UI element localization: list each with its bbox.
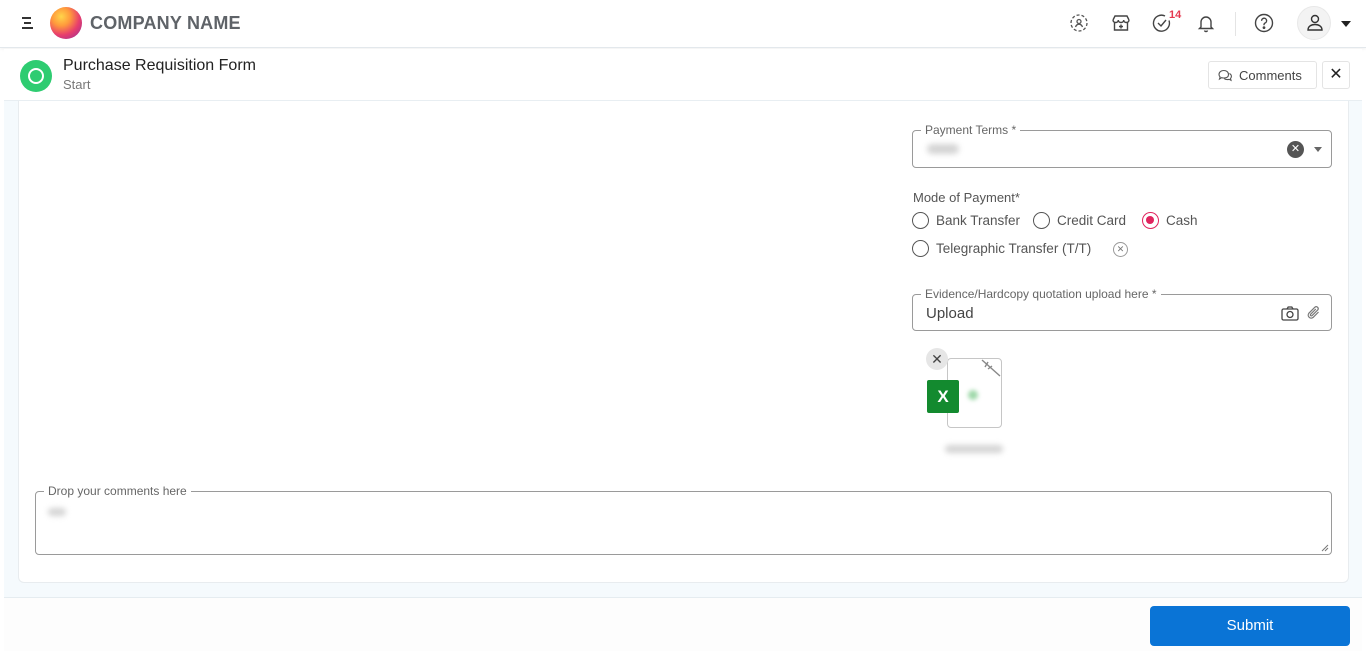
form-status: Start [63,77,91,92]
bell-icon[interactable] [1195,12,1217,34]
radio-circle-icon [912,212,929,229]
form-title: Purchase Requisition Form [63,57,256,74]
user-icon [1307,14,1323,31]
comments-textarea-label: Drop your comments here [44,484,191,498]
pin-icon [981,359,1001,377]
company-logo[interactable] [50,7,82,39]
attachment-icon[interactable] [1306,305,1322,322]
comments-button-label: Comments [1239,67,1302,83]
header-divider [1235,12,1236,36]
clear-selection-icon[interactable]: ✕ [1287,141,1304,158]
radio-label: Credit Card [1057,213,1127,228]
radio-cash[interactable]: Cash [1142,212,1198,229]
clear-payment-mode-icon[interactable]: ✕ [1113,242,1128,257]
payment-terms-select[interactable]: Payment Terms * ✕ [912,123,1332,168]
radio-bank-transfer[interactable]: Bank Transfer [912,212,1020,229]
radio-label: Telegraphic Transfer (T/T) [936,241,1092,256]
comments-value-redacted [48,508,66,516]
evidence-upload-field[interactable]: Evidence/Hardcopy quotation upload here … [912,287,1332,331]
excel-file-icon: X [927,380,959,413]
radio-checked-icon [1142,212,1159,229]
user-avatar[interactable] [1297,6,1331,40]
file-preview-redacted [968,390,978,400]
comments-button[interactable]: Comments [1208,61,1317,89]
payment-terms-value-redacted [927,144,959,154]
menu-icon[interactable] [22,16,36,30]
comments-textarea[interactable]: Drop your comments here [35,484,1332,555]
store-add-icon[interactable] [1110,12,1132,34]
attachment-filename-redacted [945,445,1003,453]
radio-circle-icon [912,240,929,257]
remove-attachment-button[interactable]: ✕ [926,348,948,370]
camera-icon[interactable] [1281,306,1299,321]
close-form-button[interactable]: ✕ [1322,61,1350,89]
submit-button[interactable]: Submit [1150,606,1350,646]
account-dropdown-caret-icon[interactable] [1341,21,1351,27]
mode-of-payment-label: Mode of Payment* [913,190,1020,205]
payment-terms-label: Payment Terms * [921,123,1021,137]
radio-label: Cash [1166,213,1198,228]
radio-label: Bank Transfer [936,213,1021,228]
top-navbar: COMPANY NAME 14 [0,0,1366,48]
radio-circle-icon [1033,212,1050,229]
help-icon[interactable] [1253,12,1275,34]
status-indicator-icon [20,60,52,92]
evidence-upload-label: Evidence/Hardcopy quotation upload here … [921,287,1161,301]
dropdown-arrow-icon[interactable] [1314,147,1322,152]
comments-icon [1218,69,1232,82]
tasks-count-badge: 14 [1169,9,1182,21]
upload-text: Upload [926,305,974,322]
radio-credit-card[interactable]: Credit Card [1033,212,1126,229]
resize-handle-icon[interactable] [1320,543,1329,552]
user-settings-icon[interactable] [1068,12,1090,34]
company-name: COMPANY NAME [90,13,241,33]
radio-telegraphic-transfer[interactable]: Telegraphic Transfer (T/T) [912,240,1091,257]
form-header: Purchase Requisition Form Start Comments… [4,49,1362,101]
